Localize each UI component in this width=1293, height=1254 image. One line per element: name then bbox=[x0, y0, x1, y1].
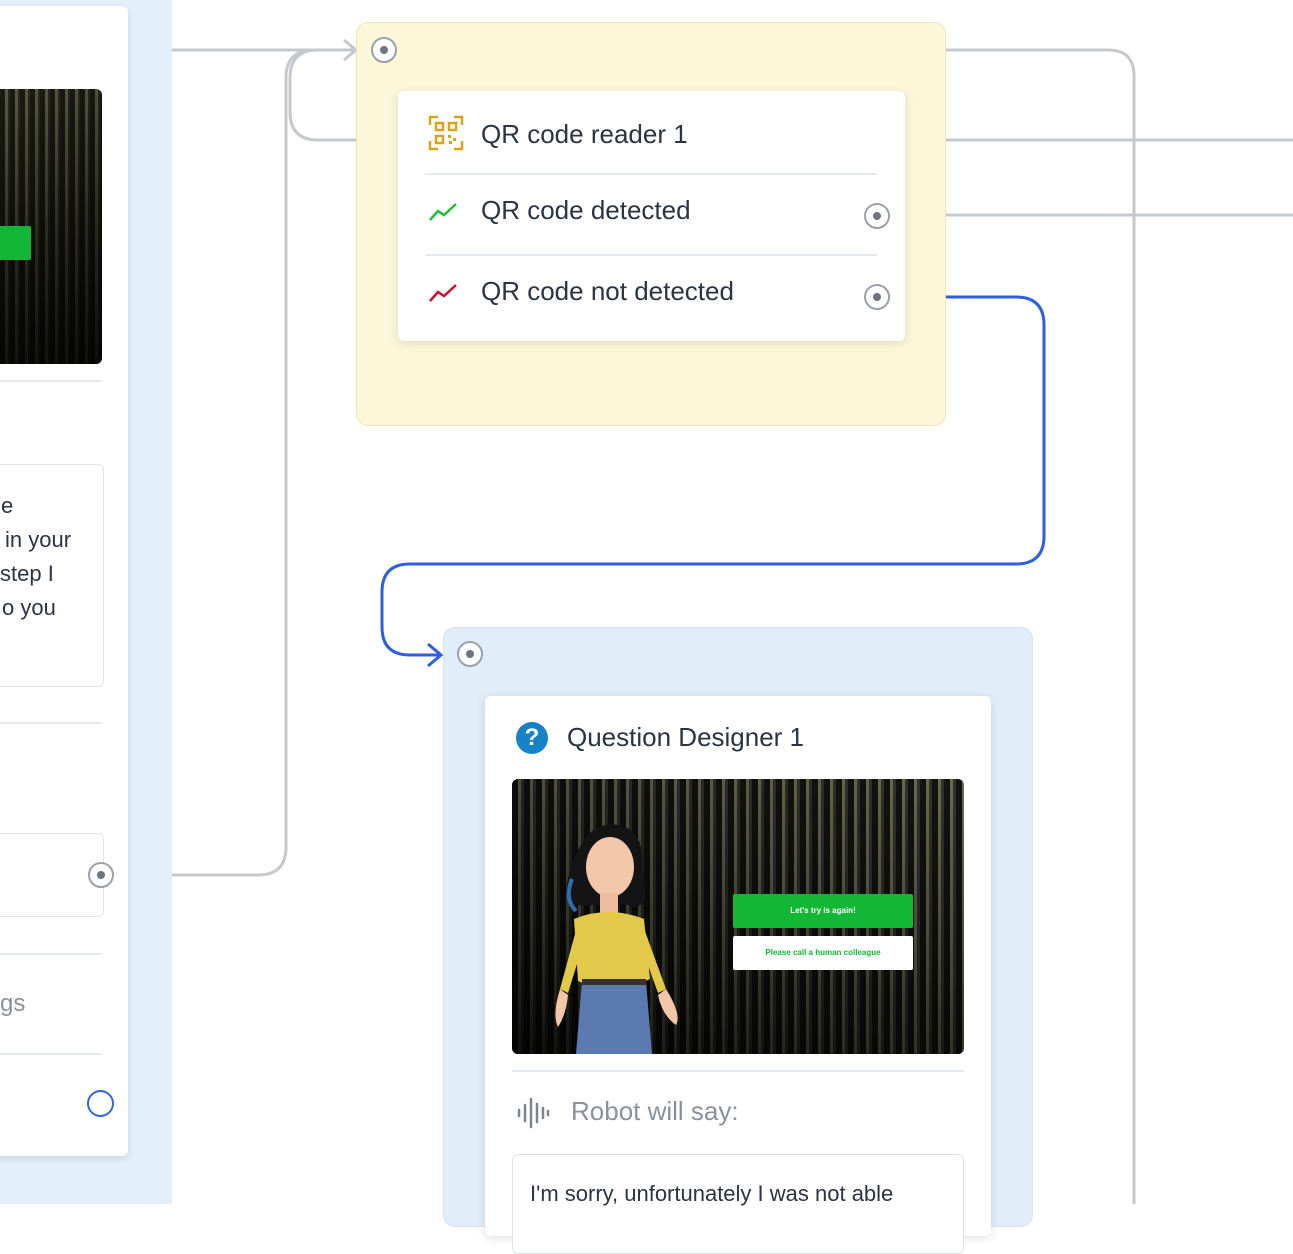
left-radio-button[interactable] bbox=[87, 1090, 114, 1117]
qr-input-port[interactable] bbox=[371, 37, 397, 63]
robot-speech-text: I'm sorry, unfortunately I was not able bbox=[530, 1181, 894, 1206]
question-input-port[interactable] bbox=[457, 641, 483, 667]
qr-code-icon bbox=[428, 115, 464, 151]
trend-up-icon bbox=[429, 203, 457, 221]
qr-reader-card[interactable]: QR code reader 1 QR code detected QR cod… bbox=[398, 91, 905, 341]
thumbnail-option-button: Please call a human colleague bbox=[733, 936, 913, 970]
left-node-thumbnail: dy bbox=[0, 89, 102, 364]
thumbnail-option-button: Let's try is again! bbox=[733, 894, 913, 928]
avatar-figure bbox=[555, 824, 678, 1054]
qr-output-not-detected-label: QR code not detected bbox=[481, 276, 734, 306]
question-designer-title: Question Designer 1 bbox=[567, 722, 805, 752]
qr-divider bbox=[425, 173, 877, 175]
left-text-line: step I bbox=[0, 561, 54, 586]
qr-reader-title: QR code reader 1 bbox=[481, 119, 688, 149]
left-divider bbox=[0, 380, 102, 382]
left-text-line: o you bbox=[2, 595, 56, 620]
robot-speech-text-box[interactable]: I'm sorry, unfortunately I was not able bbox=[512, 1154, 964, 1254]
question-designer-card[interactable]: ? Question Designer 1 Let's try is again… bbox=[485, 696, 991, 1254]
left-text-line: e bbox=[1, 493, 14, 518]
qr-detected-output-port[interactable] bbox=[864, 203, 890, 229]
qr-not-detected-output-port[interactable] bbox=[864, 284, 890, 310]
robot-will-say-label: Robot will say: bbox=[571, 1096, 739, 1126]
question-divider bbox=[512, 1070, 964, 1072]
left-divider bbox=[0, 953, 102, 955]
left-divider bbox=[0, 1053, 102, 1055]
left-text-line: in your bbox=[5, 527, 72, 552]
left-thumbnail-button: dy bbox=[0, 226, 31, 260]
question-thumbnail: Let's try is again! Please call a human … bbox=[512, 779, 964, 1054]
qr-output-detected-label: QR code detected bbox=[481, 195, 691, 225]
left-text-box: e in your step I o you bbox=[0, 464, 104, 687]
sound-wave-icon bbox=[517, 1097, 550, 1129]
left-divider bbox=[0, 722, 102, 724]
left-output-port[interactable] bbox=[88, 862, 114, 888]
help-icon: ? bbox=[516, 722, 548, 754]
trend-down-icon bbox=[429, 284, 457, 302]
left-logs-label: gs bbox=[0, 990, 26, 1017]
qr-divider bbox=[425, 254, 877, 256]
